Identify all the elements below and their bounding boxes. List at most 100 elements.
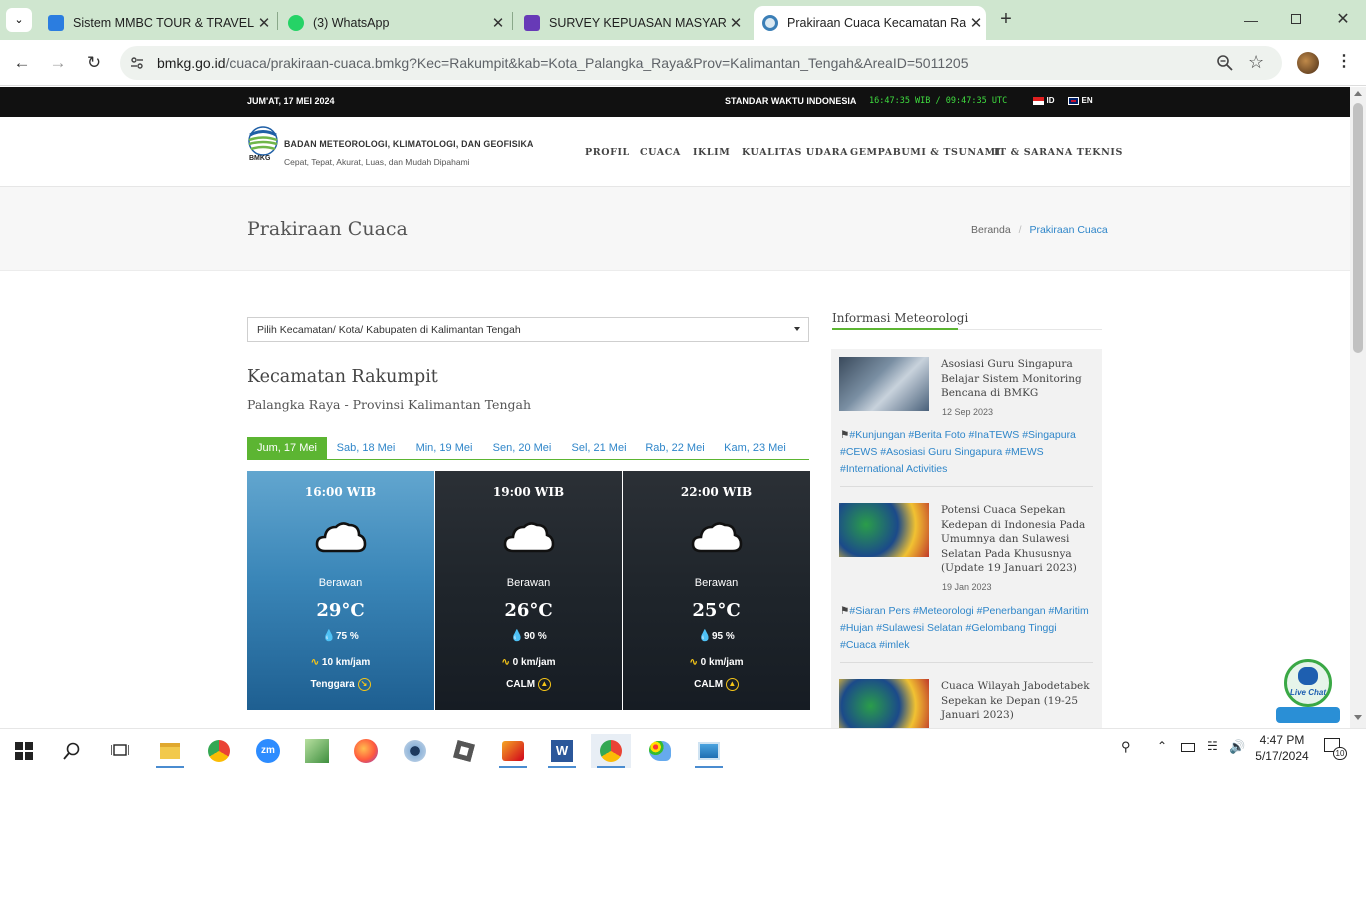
water-drop-icon: 💧 bbox=[698, 630, 712, 642]
close-window-button[interactable]: ✕ bbox=[1330, 9, 1356, 29]
news-title[interactable]: Cuaca Wilayah Jabodetabek Sepekan ke Dep… bbox=[941, 679, 1091, 723]
back-button[interactable]: ← bbox=[9, 50, 35, 76]
people-icon[interactable]: ⚲ bbox=[1121, 739, 1131, 755]
plus-icon: + bbox=[1000, 8, 1012, 30]
live-chat-button[interactable]: Live Chat bbox=[1276, 657, 1340, 723]
cloud-icon bbox=[315, 522, 367, 553]
chrome-active-icon[interactable] bbox=[591, 734, 631, 768]
dropdown-arrow-icon bbox=[794, 327, 800, 331]
word-icon[interactable]: W bbox=[542, 734, 582, 768]
news-title[interactable]: Asosiasi Guru Singapura Belajar Sistem M… bbox=[941, 357, 1091, 401]
uk-flag-icon bbox=[1068, 96, 1079, 105]
news-thumbnail[interactable] bbox=[839, 357, 929, 411]
tab-day-7[interactable]: Kam, 23 Mei bbox=[721, 437, 789, 460]
menu-profil[interactable]: PROFIL bbox=[585, 147, 630, 158]
reload-button[interactable]: ↻ bbox=[81, 50, 107, 76]
bmkg-icon bbox=[762, 15, 778, 31]
notification-center-icon[interactable]: 10 bbox=[1324, 738, 1347, 760]
scrollbar-thumb[interactable] bbox=[1353, 103, 1363, 353]
browser-toolbar: ← → ↻ bmkg.go.id/cuaca/prakiraan-cuaca.b… bbox=[0, 40, 1366, 86]
control-panel-icon[interactable] bbox=[689, 734, 729, 768]
robot-icon bbox=[1298, 667, 1318, 685]
browser-tab[interactable]: SURVEY KEPUASAN MASYARAKAT ✕ bbox=[516, 6, 746, 40]
scroll-up-arrow[interactable] bbox=[1354, 91, 1362, 96]
menu-iklim[interactable]: IKLIM bbox=[693, 147, 730, 158]
news-date: 12 Sep 2023 bbox=[942, 407, 994, 417]
org-tagline: Cepat, Tepat, Akurat, Luas, dan Mudah Di… bbox=[284, 157, 470, 167]
app-green-icon[interactable] bbox=[297, 734, 337, 768]
media-player-icon[interactable] bbox=[493, 734, 533, 768]
tab-day-1[interactable]: Jum, 17 Mei bbox=[247, 437, 327, 460]
site-info-icon[interactable] bbox=[129, 55, 145, 71]
chrome-icon[interactable] bbox=[199, 734, 239, 768]
browser-tab[interactable]: Sistem MMBC TOUR & TRAVEL ✕ bbox=[40, 6, 274, 40]
forms-icon bbox=[524, 15, 540, 31]
browser-tab[interactable]: (3) WhatsApp ✕ bbox=[280, 6, 508, 40]
zoom-icon[interactable] bbox=[1216, 54, 1234, 72]
menu-cuaca[interactable]: CUACA bbox=[640, 147, 681, 158]
news-tags[interactable]: ⚑#Kunjungan #Berita Foto #InaTEWS #Singa… bbox=[840, 427, 1090, 478]
bmkg-logo[interactable]: BMKG bbox=[247, 126, 279, 164]
water-drop-icon: 💧 bbox=[510, 630, 524, 642]
close-icon[interactable]: ✕ bbox=[726, 14, 746, 32]
tab-day-5[interactable]: Sel, 21 Mei bbox=[565, 437, 633, 460]
task-view-button[interactable] bbox=[100, 734, 140, 768]
firefox-icon[interactable] bbox=[346, 734, 386, 768]
compass-icon: ▲ bbox=[725, 678, 739, 691]
url-text: bmkg.go.id/cuaca/prakiraan-cuaca.bmkg?Ke… bbox=[157, 55, 969, 71]
battery-icon[interactable] bbox=[1181, 739, 1195, 754]
restore-button[interactable] bbox=[1284, 12, 1308, 28]
top-info-bar: JUM'AT, 17 MEI 2024 STANDAR WAKTU INDONE… bbox=[0, 87, 1350, 117]
time-label: STANDAR WAKTU INDONESIA bbox=[725, 96, 857, 106]
new-tab-button[interactable]: + bbox=[994, 8, 1018, 32]
news-tags[interactable]: ⚑#Siaran Pers #Meteorologi #Penerbangan … bbox=[840, 603, 1090, 654]
clock[interactable]: 4:47 PM 5/17/2024 bbox=[1252, 732, 1312, 764]
compass-icon: ↘ bbox=[357, 678, 371, 691]
search-icon bbox=[63, 742, 80, 760]
wifi-icon[interactable]: ☵ bbox=[1207, 739, 1218, 753]
tab-day-6[interactable]: Rab, 22 Mei bbox=[641, 437, 709, 460]
scroll-down-arrow[interactable] bbox=[1354, 715, 1362, 720]
location-heading: Kecamatan Rakumpit bbox=[247, 367, 438, 387]
close-icon[interactable]: ✕ bbox=[254, 14, 274, 32]
location-subheading: Palangka Raya - Provinsi Kalimantan Teng… bbox=[247, 397, 532, 412]
zoom-app-icon[interactable]: zm bbox=[248, 734, 288, 768]
news-date: 19 Jan 2023 bbox=[942, 582, 992, 592]
tab-day-4[interactable]: Sen, 20 Mei bbox=[488, 437, 556, 460]
close-icon[interactable]: ✕ bbox=[488, 14, 508, 32]
file-explorer-icon[interactable] bbox=[150, 734, 190, 768]
menu-gempabumi[interactable]: GEMPABUMI & TSUNAMI bbox=[850, 147, 1001, 158]
tab-day-2[interactable]: Sab, 18 Mei bbox=[332, 437, 400, 460]
lang-en-link[interactable]: EN bbox=[1068, 95, 1093, 105]
location-select[interactable]: Pilih Kecamatan/ Kota/ Kabupaten di Kali… bbox=[247, 317, 809, 342]
minimize-button[interactable]: — bbox=[1236, 12, 1266, 28]
start-button[interactable] bbox=[4, 734, 44, 768]
bookmark-star-icon[interactable]: ☆ bbox=[1248, 52, 1264, 73]
more-menu-icon[interactable]: ⋮ bbox=[1336, 51, 1352, 71]
chevron-up-icon[interactable]: ⌃ bbox=[1157, 739, 1167, 753]
news-thumbnail[interactable] bbox=[839, 679, 929, 728]
profile-avatar[interactable] bbox=[1297, 52, 1319, 74]
news-title[interactable]: Potensi Cuaca Sepekan Kedepan di Indones… bbox=[941, 503, 1091, 576]
org-name: BADAN METEOROLOGI, KLIMATOLOGI, DAN GEOF… bbox=[284, 139, 534, 149]
paint-icon[interactable] bbox=[640, 734, 680, 768]
menu-it-sarana[interactable]: IT & SARANA TEKNIS bbox=[994, 147, 1123, 158]
breadcrumb-current: Prakiraan Cuaca bbox=[1029, 224, 1108, 236]
forward-button[interactable]: → bbox=[45, 50, 71, 76]
breadcrumb-home[interactable]: Beranda bbox=[971, 224, 1011, 236]
vertical-scrollbar[interactable] bbox=[1350, 87, 1366, 728]
tab-day-3[interactable]: Min, 19 Mei bbox=[410, 437, 478, 460]
roblox-icon[interactable] bbox=[444, 734, 484, 768]
page-title: Prakiraan Cuaca bbox=[247, 218, 408, 240]
close-icon[interactable]: ✕ bbox=[966, 14, 986, 32]
search-button[interactable] bbox=[52, 734, 92, 768]
tab-search-button[interactable]: ⌄ bbox=[6, 8, 32, 32]
webcam-app-icon[interactable] bbox=[395, 734, 435, 768]
menu-kualitas-udara[interactable]: KUALITAS UDARA bbox=[742, 147, 848, 158]
news-thumbnail[interactable] bbox=[839, 503, 929, 557]
volume-icon[interactable]: 🔊 bbox=[1229, 739, 1245, 755]
browser-tab-active[interactable]: Prakiraan Cuaca Kecamatan Rakumpit ✕ bbox=[754, 6, 986, 40]
address-bar[interactable]: bmkg.go.id/cuaca/prakiraan-cuaca.bmkg?Ke… bbox=[120, 46, 1282, 80]
forecast-card: 22:00 WIB Berawan 25°C 💧95 % ∿ 0 km/jam … bbox=[623, 471, 810, 710]
lang-id-link[interactable]: ID bbox=[1033, 95, 1055, 105]
